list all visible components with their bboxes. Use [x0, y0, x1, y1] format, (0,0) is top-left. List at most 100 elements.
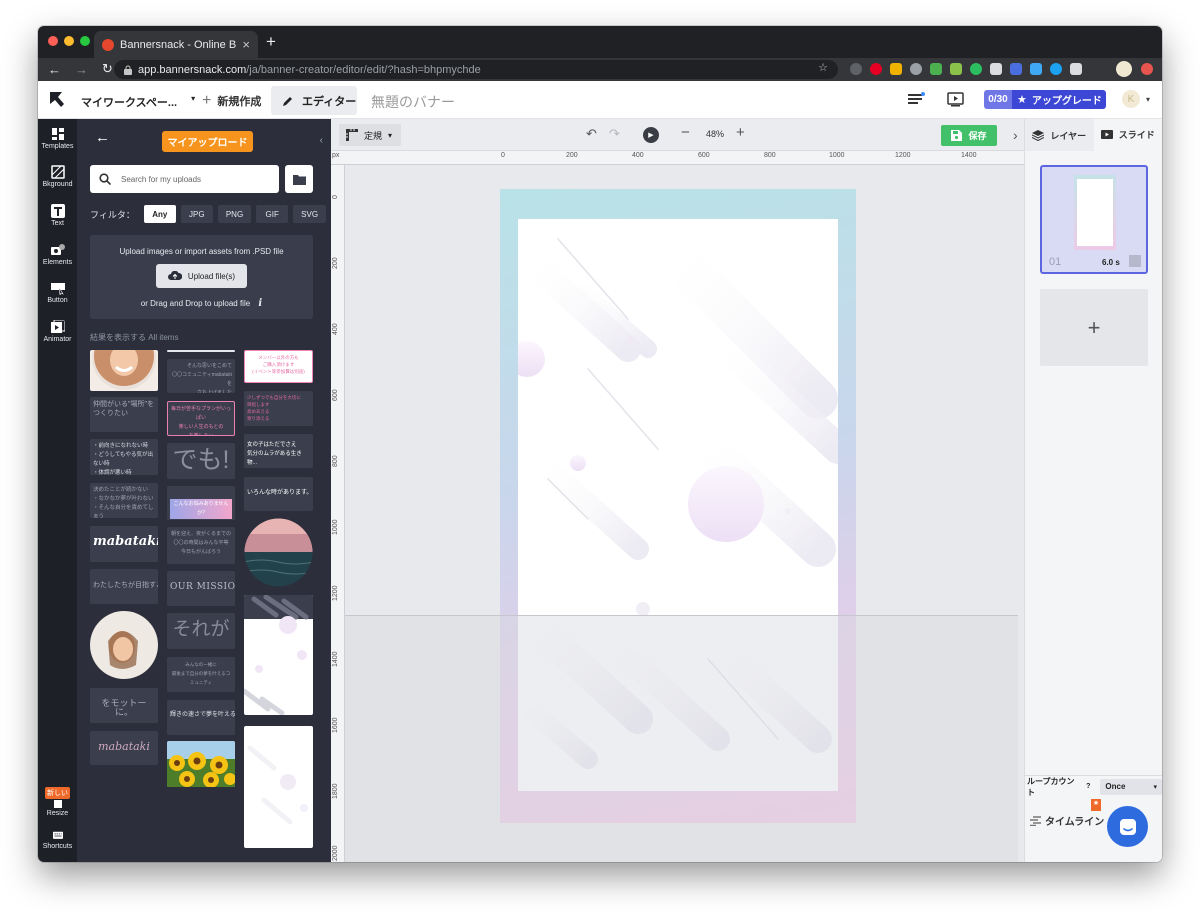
- upload-dropzone[interactable]: Upload images or import assets from .PSD…: [90, 235, 313, 319]
- red-extension-icon[interactable]: [1141, 63, 1153, 75]
- editor-button[interactable]: エディター: [271, 86, 357, 115]
- upload-files-button[interactable]: Upload file(s): [156, 264, 247, 288]
- upload-thumb-logo-2[interactable]: mabataki: [90, 731, 158, 765]
- upload-thumb-text-4[interactable]: わたしたちが目指すこと: [90, 569, 158, 604]
- upload-thumb-text-6[interactable]: そんな思いをこめて 〇〇コミュニティmabatakiを 立ち上げました: [167, 359, 235, 393]
- upload-thumb-text-15[interactable]: メンバー以外の方も ご購入頂けます (イベント等参加費は別途): [244, 350, 313, 383]
- loop-count-select[interactable]: Once ▾: [1100, 778, 1162, 795]
- notion-extension-icon[interactable]: [990, 63, 1002, 75]
- account-chevron-down-icon[interactable]: ▾: [1146, 95, 1150, 104]
- rail-item-shortcuts[interactable]: Shortcuts: [38, 831, 77, 850]
- info-extension-icon[interactable]: [850, 63, 862, 75]
- rail-item-button[interactable]: Button: [38, 281, 77, 304]
- rail-item-background[interactable]: Bkground: [38, 165, 77, 188]
- preview-icon[interactable]: [947, 92, 964, 107]
- uploads-search-field[interactable]: Search for my uploads: [90, 165, 279, 193]
- rail-item-resize[interactable]: 新しい Resize: [38, 787, 77, 817]
- upload-thumb-text-12[interactable]: それが: [167, 613, 235, 649]
- ruler-toggle-button[interactable]: 定規 ▾: [339, 124, 401, 146]
- expand-right-panel-icon[interactable]: ›: [1013, 127, 1018, 143]
- upload-thumb-text-18[interactable]: いろんな時があります。: [244, 477, 313, 511]
- rail-item-animator[interactable]: Animator: [38, 320, 77, 343]
- upload-thumb-portrait-1[interactable]: [90, 350, 158, 391]
- upload-thumb-text-11[interactable]: OUR MISSION: [167, 571, 235, 606]
- filter-gif-chip[interactable]: GIF: [256, 205, 289, 223]
- zoom-in-button[interactable]: +: [736, 124, 745, 141]
- reload-icon[interactable]: ↻: [102, 61, 113, 77]
- pinterest-extension-icon[interactable]: [870, 63, 882, 75]
- target-extension-icon[interactable]: [910, 63, 922, 75]
- twitter-extension-icon[interactable]: [1050, 63, 1062, 75]
- upload-thumb-text-7[interactable]: 毎日が苦手なプランがいっぱい 楽しい人生のもとの お楽しみぃ: [167, 401, 235, 436]
- upload-thumb-text-3[interactable]: 決めたことが続かない ・なかなか夢が叶わない ・そんな自分を責めてしまう: [90, 483, 158, 518]
- chat-extension-icon[interactable]: [1010, 63, 1022, 75]
- evernote-extension-icon[interactable]: [970, 63, 982, 75]
- upload-thumb-portrait-2[interactable]: [90, 611, 158, 679]
- close-window-button[interactable]: [48, 36, 58, 46]
- my-uploads-tab[interactable]: マイアップロード: [162, 131, 253, 152]
- notes-icon[interactable]: [908, 92, 925, 107]
- user-avatar[interactable]: K: [1122, 90, 1140, 108]
- play-preview-button[interactable]: ▶: [643, 127, 659, 143]
- banner-name[interactable]: 無題のバナー: [371, 92, 455, 112]
- bookmark-star-icon[interactable]: ☆: [818, 61, 828, 74]
- folder-button[interactable]: [285, 165, 313, 193]
- upload-thumb-text-14[interactable]: 輝きの速さで夢を叶える: [167, 700, 235, 735]
- filter-any-chip[interactable]: Any: [143, 205, 176, 223]
- redo-icon[interactable]: ↷: [609, 126, 620, 142]
- new-project-button[interactable]: + 新規作成: [202, 92, 261, 110]
- slide-thumbnail-01[interactable]: 01 6.0 s: [1040, 165, 1148, 274]
- filter-png-chip[interactable]: PNG: [217, 205, 252, 223]
- chart-extension-icon[interactable]: [890, 63, 902, 75]
- upload-thumb-text-9[interactable]: こんなお悩みありませんか?: [167, 486, 235, 520]
- rail-item-text[interactable]: Text: [38, 204, 77, 227]
- filter-jpg-chip[interactable]: JPG: [180, 205, 213, 223]
- browser-tab[interactable]: Bannersnack - Online Banner Ma ×: [94, 31, 258, 58]
- upload-thumb-text-13[interactable]: みんなの一緒に 最後まで自分の夢を叶えるコミュニティ: [167, 657, 235, 692]
- g-extension-icon[interactable]: [950, 63, 962, 75]
- info-icon[interactable]: i: [258, 298, 262, 309]
- tab-layers[interactable]: レイヤー: [1025, 119, 1094, 151]
- add-slide-button[interactable]: +: [1040, 289, 1148, 366]
- minimize-window-button[interactable]: [64, 36, 74, 46]
- upload-thumb-text-16[interactable]: 少しずつでも自分を大切に 目指します 高めあえる 寄り添える: [244, 391, 313, 426]
- help-icon[interactable]: ?: [1086, 783, 1090, 790]
- upload-thumb-text-17[interactable]: 女の子はただでさえ 気分のムラがある生き物...: [244, 434, 313, 468]
- rail-item-elements[interactable]: Elements: [38, 243, 77, 266]
- upgrade-button[interactable]: 0/30 ★ アップグレード: [984, 90, 1106, 109]
- upload-thumb-ocean[interactable]: [244, 518, 313, 587]
- address-bar[interactable]: app.bannersnack.com/ja/banner-creator/ed…: [114, 60, 838, 79]
- zoom-out-button[interactable]: −: [681, 124, 690, 141]
- support-chat-button[interactable]: [1107, 806, 1148, 847]
- grid-extension-icon[interactable]: [1070, 63, 1082, 75]
- new-tab-button[interactable]: +: [266, 32, 276, 52]
- forward-arrow-icon[interactable]: →: [75, 62, 88, 77]
- image-extension-icon[interactable]: [1030, 63, 1042, 75]
- upload-thumb-bg-2[interactable]: [244, 726, 313, 848]
- upload-thumb-text-10[interactable]: 朝を迎え、夜がくるまでの 〇〇の時間はみんな平等 今日もがんばろう: [167, 527, 235, 564]
- filter-svg-chip[interactable]: SVG: [293, 205, 327, 223]
- upload-thumb-text-2[interactable]: ・前向きになれない時 ・どうしてもやる気が出ない時 ・体調が悪い時: [90, 439, 158, 475]
- bannersnack-logo-icon[interactable]: [48, 90, 68, 110]
- save-button[interactable]: 保存: [941, 125, 997, 146]
- back-arrow-icon[interactable]: ←: [48, 62, 61, 77]
- upload-thumb-text-5[interactable]: をモットーに。: [90, 688, 158, 723]
- upload-thumb-logo-1[interactable]: mabataki: [90, 526, 158, 562]
- upload-thumb-text-8[interactable]: でも!: [167, 443, 235, 479]
- upload-thumb-text-1[interactable]: 仲間がいる"場所"を つくりたい: [90, 397, 158, 432]
- back-arrow-icon[interactable]: ←: [95, 129, 110, 146]
- upload-thumb-bg-1[interactable]: [244, 595, 313, 715]
- timeline-button[interactable]: タイムライン: [1030, 813, 1104, 828]
- undo-icon[interactable]: ↶: [586, 126, 597, 142]
- rail-item-templates[interactable]: Templates: [38, 127, 77, 150]
- workspace-selector[interactable]: マイワークスペー... ▾: [81, 94, 195, 110]
- tab-slides[interactable]: スライド: [1093, 119, 1162, 151]
- zoom-window-button[interactable]: [80, 36, 90, 46]
- puzzle-extension-icon[interactable]: [930, 63, 942, 75]
- browser-profile-avatar[interactable]: [1116, 61, 1132, 77]
- upload-thumb-sunflowers[interactable]: [167, 741, 235, 787]
- slide-options-icon[interactable]: [1129, 255, 1141, 267]
- collapse-panel-icon[interactable]: ‹: [320, 135, 323, 146]
- slide-duration[interactable]: 6.0 s: [1102, 258, 1120, 267]
- tab-close-icon[interactable]: ×: [242, 37, 250, 52]
